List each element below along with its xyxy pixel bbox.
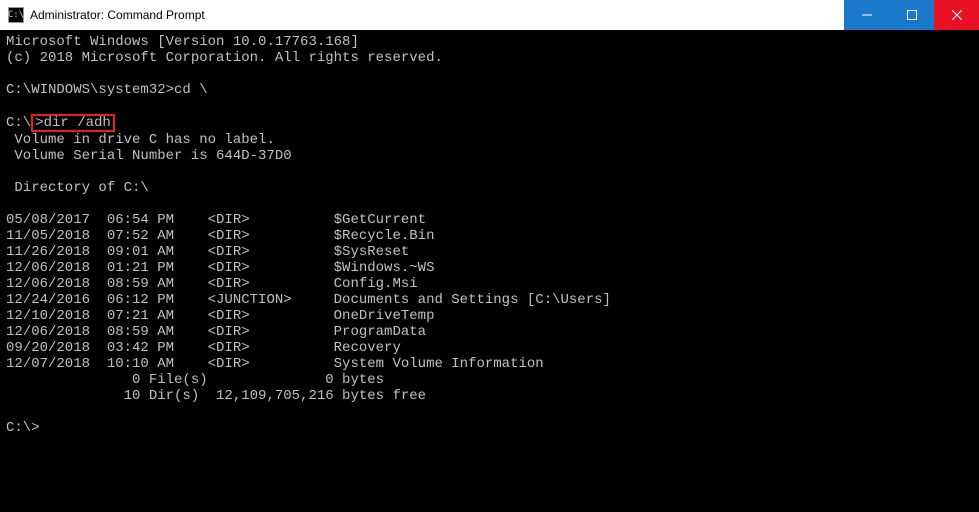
serial-line: Volume Serial Number is 644D-37D0 xyxy=(6,148,973,164)
maximize-icon xyxy=(907,10,917,20)
directory-of-line: Directory of C:\ xyxy=(6,180,973,196)
titlebar[interactable]: C:\ Administrator: Command Prompt xyxy=(0,0,979,30)
dir-row: 12/06/2018 01:21 PM <DIR> $Windows.~WS xyxy=(6,260,973,276)
window-title: Administrator: Command Prompt xyxy=(30,8,844,22)
cmd-text: cd \ xyxy=(174,82,208,98)
close-icon xyxy=(952,10,962,20)
terminal-area[interactable]: Microsoft Windows [Version 10.0.17763.16… xyxy=(0,30,979,512)
summary-files: 0 File(s) 0 bytes xyxy=(6,372,973,388)
command-prompt-window: C:\ Administrator: Command Prompt Micros… xyxy=(0,0,979,512)
prompt-prefix: C:\ xyxy=(6,115,31,131)
minimize-icon xyxy=(862,10,872,20)
dir-row: 11/05/2018 07:52 AM <DIR> $Recycle.Bin xyxy=(6,228,973,244)
maximize-button[interactable] xyxy=(889,0,934,30)
dir-row: 12/07/2018 10:10 AM <DIR> System Volume … xyxy=(6,356,973,372)
highlighted-command: >dir /adh xyxy=(31,114,115,132)
prompt-line-3: C:\> xyxy=(6,420,973,436)
prompt-prefix: C:\WINDOWS\system32> xyxy=(6,82,174,98)
prompt-line-1: C:\WINDOWS\system32>cd \ xyxy=(6,82,973,98)
dir-row: 12/24/2016 06:12 PM <JUNCTION> Documents… xyxy=(6,292,973,308)
dir-row: 12/06/2018 08:59 AM <DIR> Config.Msi xyxy=(6,276,973,292)
close-button[interactable] xyxy=(934,0,979,30)
window-controls-group xyxy=(844,0,934,30)
copyright-line: (c) 2018 Microsoft Corporation. All righ… xyxy=(6,50,973,66)
summary-dirs: 10 Dir(s) 12,109,705,216 bytes free xyxy=(6,388,973,404)
dir-row: 09/20/2018 03:42 PM <DIR> Recovery xyxy=(6,340,973,356)
version-line: Microsoft Windows [Version 10.0.17763.16… xyxy=(6,34,973,50)
volume-line: Volume in drive C has no label. xyxy=(6,132,973,148)
close-group xyxy=(934,0,979,30)
dir-row: 11/26/2018 09:01 AM <DIR> $SysReset xyxy=(6,244,973,260)
minimize-button[interactable] xyxy=(844,0,889,30)
cmd-icon: C:\ xyxy=(8,7,24,23)
dir-row: 05/08/2017 06:54 PM <DIR> $GetCurrent xyxy=(6,212,973,228)
dir-row: 12/10/2018 07:21 AM <DIR> OneDriveTemp xyxy=(6,308,973,324)
dir-row: 12/06/2018 08:59 AM <DIR> ProgramData xyxy=(6,324,973,340)
prompt-line-2: C:\>dir /adh xyxy=(6,114,973,132)
